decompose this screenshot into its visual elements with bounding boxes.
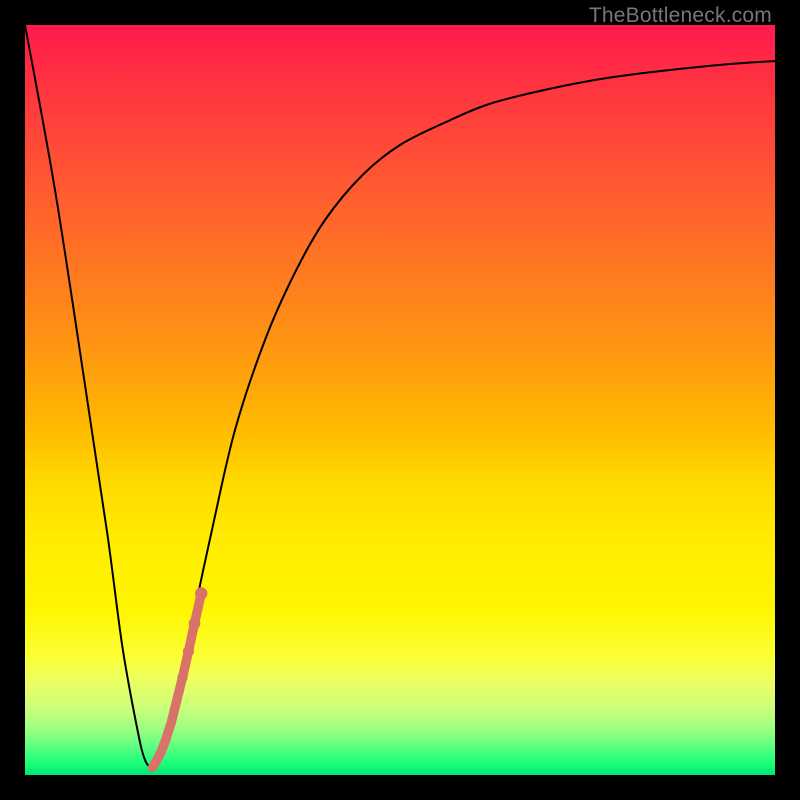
highlight-dot <box>172 697 182 707</box>
highlight-dot <box>189 618 201 630</box>
highlight-dot <box>153 756 160 763</box>
highlight-dot <box>149 764 155 770</box>
highlight-dot <box>195 587 207 599</box>
highlight-dot <box>177 672 187 682</box>
bottleneck-curve <box>25 25 775 768</box>
chart-overlay <box>25 25 775 775</box>
highlight-markers <box>149 587 207 770</box>
highlight-dot <box>167 718 176 727</box>
highlight-dot <box>183 646 194 657</box>
highlight-dot <box>162 735 170 743</box>
highlight-dot <box>158 747 166 755</box>
